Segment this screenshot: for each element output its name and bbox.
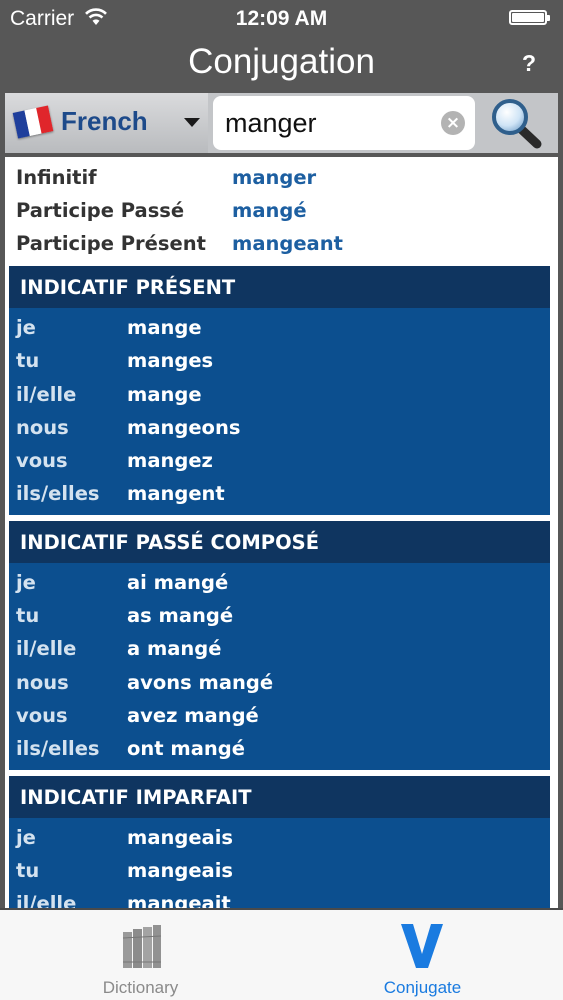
conjugation-row: je mangeais — [9, 821, 550, 854]
tense-block-indicatif-passe-compose: INDICATIF PASSÉ COMPOSÉ je ai mangé tu as … — [9, 520, 550, 770]
conjugation-row: nous avons mangé — [9, 666, 550, 699]
v-icon — [401, 924, 443, 968]
conjugation-row: tu manges — [9, 344, 550, 377]
chevron-down-icon — [184, 118, 200, 127]
search-field: × — [213, 96, 475, 150]
pronoun: il/elle — [16, 382, 77, 406]
conjugation-content[interactable]: Infinitif manger Participe Passé mangé P… — [5, 157, 558, 908]
verb-form: a mangé — [127, 637, 222, 661]
verb-form: avons mangé — [127, 670, 274, 694]
clock-label: 12:09 AM — [235, 7, 328, 30]
battery-icon — [509, 10, 550, 25]
tense-header: INDICATIF IMPARFAIT — [9, 775, 550, 818]
conjugation-row: vous avez mangé — [9, 699, 550, 732]
books-icon — [122, 925, 162, 968]
page-title: Conjugation — [188, 42, 375, 81]
pronoun: je — [16, 570, 36, 594]
pronoun: tu — [16, 604, 40, 628]
pronoun: il/elle — [16, 637, 77, 661]
form-row-participe-passe: Participe Passé mangé — [5, 194, 558, 227]
conjugation-screen: Carrier 12:09 AM Conjugation ? French ma… — [0, 0, 563, 1000]
verb-form: as mangé — [127, 604, 234, 628]
verb-form: manges — [127, 349, 214, 373]
pronoun: ils/elles — [16, 737, 100, 761]
form-value: mangé — [232, 199, 307, 222]
tense-block-indicatif-imparfait: INDICATIF IMPARFAIT je mangeais tu mangeai… — [9, 775, 550, 908]
conjugation-row: je ai mangé — [9, 566, 550, 599]
conjugation-row: il/elle mange — [9, 378, 550, 411]
form-label: Infinitif — [16, 166, 97, 189]
verb-form: mangeais — [127, 825, 233, 849]
tab-bar: Dictionary Conjugate — [0, 908, 563, 1000]
tense-header: INDICATIF PRÉSENT — [9, 266, 550, 308]
conjugation-row: je mange — [9, 311, 550, 344]
language-selector[interactable]: French — [5, 93, 208, 153]
verb-form: mange — [127, 316, 202, 339]
form-value: mangeant — [232, 232, 343, 255]
french-flag-icon — [12, 105, 54, 139]
pronoun: nous — [16, 670, 69, 694]
tab-label: Conjugate — [383, 978, 462, 997]
tab-dictionary[interactable]: Dictionary — [0, 910, 281, 1000]
help-button[interactable]: ? — [512, 46, 546, 80]
form-row-infinitif: Infinitif manger — [5, 161, 558, 194]
clear-icon[interactable]: × — [441, 111, 465, 135]
tab-label: Dictionary — [102, 978, 179, 997]
verb-form: mangent — [127, 482, 225, 506]
navigation-bar: Conjugation ? — [0, 38, 563, 90]
pronoun: tu — [16, 858, 40, 882]
search-input[interactable] — [225, 96, 430, 150]
verb-form: mangeait — [127, 892, 231, 908]
pronoun: je — [16, 316, 36, 339]
conjugation-row: il/elle mangeait — [9, 887, 550, 908]
language-label: French — [61, 106, 148, 136]
verb-form: mangeons — [127, 415, 241, 439]
pronoun: vous — [16, 703, 68, 727]
tense-header: INDICATIF PASSÉ COMPOSÉ — [9, 520, 550, 563]
pronoun: vous — [16, 449, 68, 473]
conjugation-row: tu mangeais — [9, 854, 550, 887]
conjugation-row: ils/elles mangent — [9, 477, 550, 510]
tense-block-indicatif-present: INDICATIF PRÉSENT je mange tu manges il/el… — [9, 266, 550, 515]
verb-forms: Infinitif manger Participe Passé mangé P… — [5, 157, 558, 260]
pronoun: tu — [16, 349, 40, 373]
form-row-participe-present: Participe Présent mangeant — [5, 227, 558, 260]
conjugation-row: vous mangez — [9, 444, 550, 477]
form-value: manger — [232, 166, 317, 189]
conjugation-row: nous mangeons — [9, 411, 550, 444]
conjugation-row: tu as mangé — [9, 599, 550, 632]
verb-form: mange — [127, 382, 202, 406]
tab-conjugate[interactable]: Conjugate — [282, 910, 563, 1000]
conjugation-row: ils/elles ont mangé — [9, 732, 550, 765]
verb-form: mangeais — [127, 858, 233, 882]
search-bar: French × — [5, 93, 558, 153]
verb-form: ai mangé — [127, 570, 229, 594]
status-bar: Carrier 12:09 AM — [0, 0, 563, 38]
verb-form: ont mangé — [127, 737, 245, 761]
verb-form: avez mangé — [127, 703, 259, 727]
form-label: Participe Passé — [16, 199, 185, 222]
pronoun: je — [16, 825, 36, 849]
search-icon[interactable] — [485, 96, 545, 150]
pronoun: il/elle — [16, 892, 77, 908]
pronoun: nous — [16, 415, 69, 439]
pronoun: ils/elles — [16, 482, 100, 506]
form-label: Participe Présent — [16, 232, 206, 255]
verb-form: mangez — [127, 449, 213, 473]
conjugation-row: il/elle a mangé — [9, 632, 550, 665]
